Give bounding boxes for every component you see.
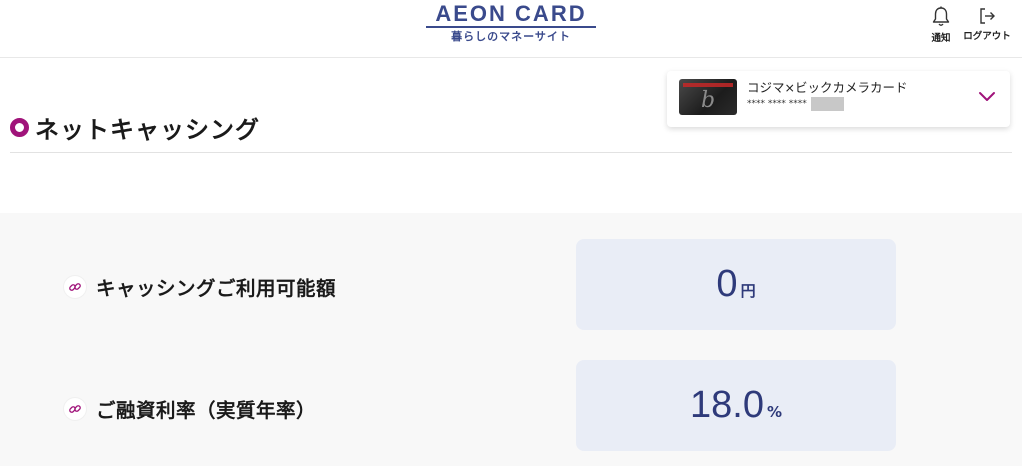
link-icon [64, 397, 86, 420]
card-number-masked: **** **** **** [747, 99, 807, 109]
logout-label: ログアウト [963, 31, 1011, 42]
title-ring-icon [10, 118, 29, 137]
title-divider [10, 152, 1012, 153]
interest-rate-text: ご融資利率（実質年率） [96, 399, 317, 422]
logo-divider [426, 26, 596, 28]
logo-sub-text: 暮らしのマネーサイト [451, 30, 571, 43]
logo-main-text: AEON CARD [435, 1, 587, 26]
card-number: **** **** **** [747, 97, 844, 111]
chevron-down-icon [979, 92, 995, 101]
card-selector-dropdown[interactable]: b コジマ×ビックカメラカード **** **** **** [667, 71, 1010, 127]
site-header: AEON CARD 暮らしのマネーサイト 通知 ログアウト [0, 0, 1022, 58]
interest-rate-unit: % [766, 403, 782, 421]
interest-rate-value-box: 18.0 % [576, 360, 896, 451]
interest-rate-label[interactable]: ご融資利率（実質年率） [64, 394, 316, 423]
notification-label: 通知 [931, 33, 951, 44]
card-b-mark: b [701, 88, 716, 113]
available-amount-value: 0 [716, 263, 738, 305]
link-icon [64, 275, 86, 298]
aeon-card-logo[interactable]: AEON CARD 暮らしのマネーサイト [426, 3, 596, 43]
card-thumbnail-strip [683, 83, 733, 87]
page-title-text: ネットキャッシング [35, 116, 260, 144]
card-thumbnail: b [679, 79, 737, 115]
card-number-redacted [810, 97, 844, 111]
card-name: コジマ×ビックカメラカード [747, 80, 908, 95]
notification-button[interactable]: 通知 [927, 6, 955, 44]
bell-icon [932, 6, 950, 26]
interest-rate-value: 18.0 [690, 384, 764, 426]
available-amount-unit: 円 [740, 282, 756, 300]
available-amount-text: キャッシングご利用可能額 [96, 277, 337, 300]
logout-button[interactable]: ログアウト [961, 6, 1013, 42]
available-amount-value-box: 0 円 [576, 239, 896, 330]
page-title: ネットキャッシング [10, 110, 260, 145]
available-amount-label[interactable]: キャッシングご利用可能額 [64, 272, 336, 301]
logout-icon [980, 8, 995, 24]
